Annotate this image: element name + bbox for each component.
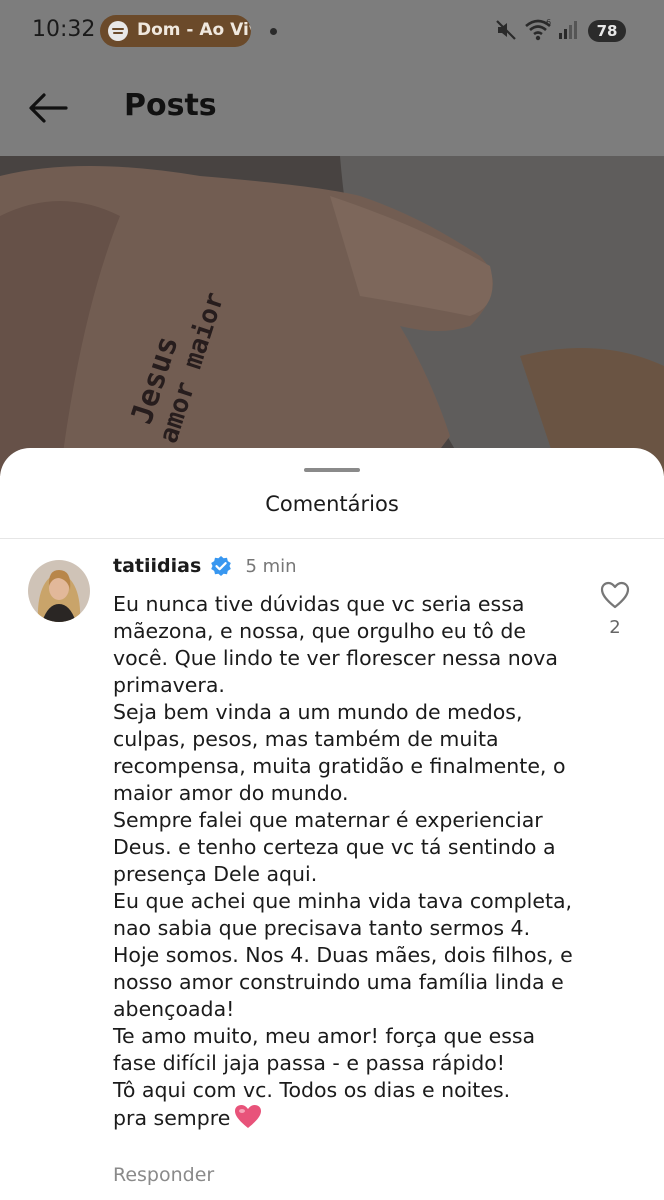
comment-paragraph: Tô aqui com vc. Todos os dias e noites. bbox=[113, 1078, 511, 1102]
top-bar: Posts bbox=[0, 64, 664, 156]
comment-paragraph: Eu que achei que minha vida tava complet… bbox=[113, 889, 573, 940]
post-photo[interactable]: Jesus amor maior bbox=[0, 156, 664, 476]
divider bbox=[0, 538, 664, 539]
sheet-title: Comentários bbox=[265, 492, 399, 516]
comment-last-line: pra sempre bbox=[113, 1104, 583, 1132]
comment-paragraph: Te amo muito, meu amor! força que essa f… bbox=[113, 1024, 536, 1075]
comment-paragraph: Hoje somos. Nos 4. Duas mães, dois filho… bbox=[113, 943, 573, 1021]
page-title: Posts bbox=[124, 88, 217, 123]
spotify-icon bbox=[108, 21, 128, 41]
signal-icon bbox=[559, 21, 577, 39]
status-time: 10:32 bbox=[32, 17, 96, 42]
like-count: 2 bbox=[609, 617, 621, 638]
avatar[interactable] bbox=[28, 560, 90, 622]
drag-handle[interactable] bbox=[304, 468, 360, 472]
avatar-image bbox=[28, 560, 90, 622]
comment-paragraph: Eu nunca tive dúvidas que vc seria essa … bbox=[113, 592, 558, 697]
comment-time: 5 min bbox=[245, 555, 297, 577]
battery-icon: 78 bbox=[588, 20, 626, 42]
comment-header: tatiidias 5 min bbox=[113, 555, 297, 583]
photo-dim-overlay bbox=[0, 156, 664, 476]
mute-icon bbox=[496, 20, 516, 40]
comment-paragraph: Sempre falei que maternar é experienciar… bbox=[113, 808, 556, 886]
now-playing-pill[interactable]: Dom - Ao Vivo bbox=[100, 15, 251, 47]
reply-button[interactable]: Responder bbox=[113, 1164, 214, 1186]
comment-username[interactable]: tatiidias bbox=[113, 555, 201, 577]
heart-like-icon[interactable] bbox=[599, 580, 631, 610]
comments-sheet: Comentários tatiidias 5 min Eu nunca tiv… bbox=[0, 448, 664, 1200]
notification-dot-icon bbox=[270, 28, 277, 35]
comment-text: Eu nunca tive dúvidas que vc seria essa … bbox=[113, 591, 583, 1132]
comment-paragraph: Seja bem vinda a um mundo de medos, culp… bbox=[113, 700, 566, 805]
status-bar: 10:32 Dom - Ao Vivo 6 78 bbox=[0, 0, 664, 64]
pink-heart-emoji-icon bbox=[235, 1105, 262, 1128]
wifi-6-icon: 6 bbox=[525, 18, 551, 41]
back-arrow-icon[interactable] bbox=[26, 90, 70, 126]
now-playing-text: Dom - Ao Vivo bbox=[137, 20, 251, 40]
comment-paragraph: pra sempre bbox=[113, 1106, 231, 1130]
svg-text:6: 6 bbox=[546, 18, 551, 27]
verified-badge-icon bbox=[211, 556, 232, 576]
